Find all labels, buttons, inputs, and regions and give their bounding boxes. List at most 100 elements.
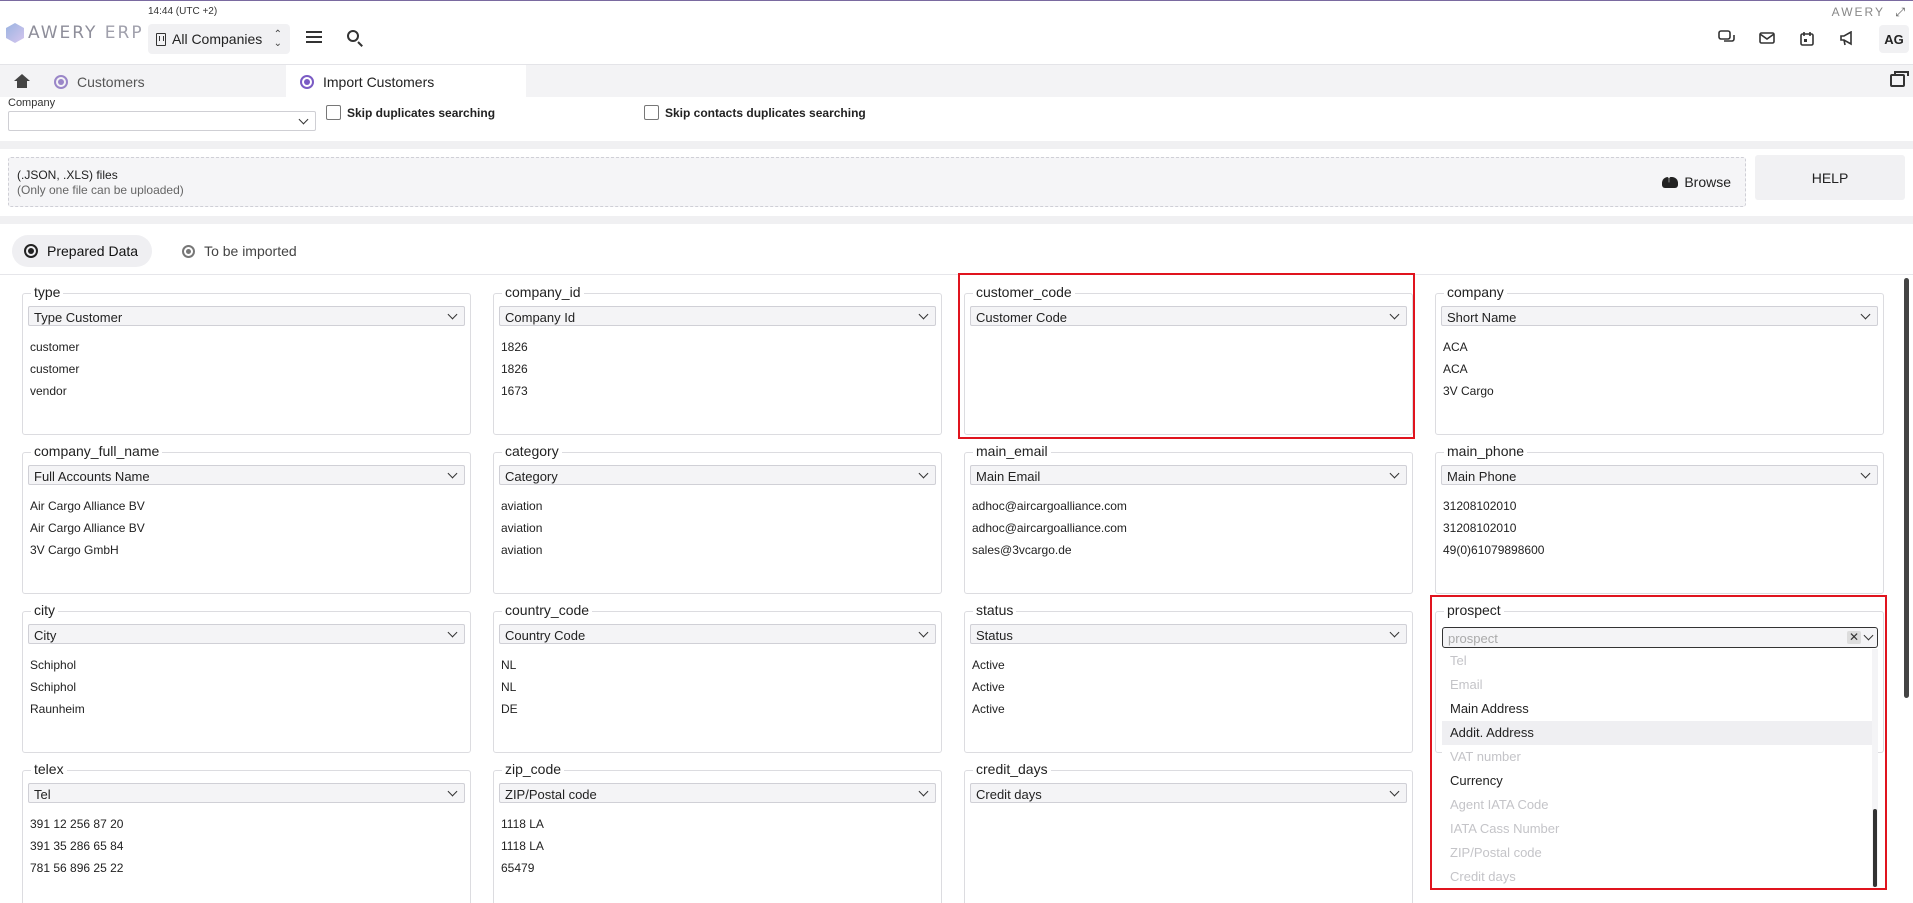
skip-duplicates-label: Skip duplicates searching xyxy=(347,105,496,120)
chat-icon[interactable] xyxy=(1716,28,1738,48)
tab-prepared-data[interactable]: Prepared Data xyxy=(12,235,153,267)
field-mapping-value: Customer Code xyxy=(976,310,1068,325)
skip-contacts-duplicates-option[interactable]: Skip contacts duplicates searching xyxy=(644,105,866,120)
dropdown-scrollbar-thumb[interactable] xyxy=(1873,809,1877,887)
company-switcher-label: All Companies xyxy=(172,31,263,47)
brand-text: AWERY xyxy=(1831,5,1885,19)
user-avatar[interactable]: AG xyxy=(1879,25,1909,53)
browse-button[interactable]: Browse xyxy=(1662,174,1731,190)
field-card-company-full-name: company_full_name Full Accounts Name Air C… xyxy=(22,443,471,594)
sample-value: 65479 xyxy=(501,861,535,875)
chevron-down-icon xyxy=(918,627,929,638)
field-mapping-select[interactable]: Full Accounts Name xyxy=(28,465,465,485)
chevron-down-icon xyxy=(918,468,929,479)
skip-duplicates-option[interactable]: Skip duplicates searching xyxy=(326,105,495,120)
fullscreen-icon[interactable]: ⤢ xyxy=(1895,5,1905,20)
field-mapping-select[interactable]: Tel xyxy=(28,783,465,803)
field-card-zip-code: zip_code ZIP/Postal code 1118 LA 1118 LA 654… xyxy=(493,761,942,903)
dropdown-option[interactable]: Addit. Address xyxy=(1442,721,1872,745)
field-mapping-value: City xyxy=(34,628,57,643)
app-logo[interactable]: AWERY ERP xyxy=(6,23,144,43)
field-mapping-select[interactable]: Type Customer xyxy=(28,306,465,326)
page-scrollbar[interactable] xyxy=(1904,278,1909,698)
field-sample-values: adhoc@aircargoalliance.com adhoc@aircargo… xyxy=(972,495,1127,561)
field-card-company: company Short Name ACA ACA 3V Cargo xyxy=(1435,284,1884,435)
sample-value: 1826 xyxy=(501,362,528,376)
sample-value: Raunheim xyxy=(30,702,85,716)
sample-value: Active xyxy=(972,658,1005,672)
sample-value: adhoc@aircargoalliance.com xyxy=(972,521,1127,535)
chevron-down-icon xyxy=(918,786,929,797)
field-sample-values: Air Cargo Alliance BV Air Cargo Alliance … xyxy=(30,495,145,561)
tab-to-be-imported[interactable]: To be imported xyxy=(170,235,311,267)
help-button[interactable]: HELP xyxy=(1755,155,1905,200)
field-mapping-select[interactable]: City xyxy=(28,624,465,644)
company-switcher[interactable]: All Companies ⌃ ⌄ xyxy=(148,24,290,54)
field-mapping-value: Country Code xyxy=(505,628,586,643)
clear-icon[interactable]: ✕ xyxy=(1847,631,1861,644)
field-mapping-select[interactable]: Company Id xyxy=(499,306,936,326)
dropdown-option: Email xyxy=(1450,677,1483,692)
field-mapping-select[interactable]: Country Code xyxy=(499,624,936,644)
module-icon xyxy=(54,74,68,89)
file-dropzone[interactable]: (.JSON, .XLS) files (Only one file can b… xyxy=(8,157,1746,207)
sample-value: 1118 LA xyxy=(501,839,544,853)
field-card-status: status Status Active Active Active xyxy=(964,602,1413,753)
sample-value: Schiphol xyxy=(30,680,77,694)
field-mapping-select[interactable]: Customer Code xyxy=(970,306,1407,326)
dropdown-option[interactable]: Main Address xyxy=(1442,697,1872,721)
sample-value: adhoc@aircargoalliance.com xyxy=(972,499,1127,513)
cloud-upload-icon xyxy=(1662,174,1679,188)
field-label: customer_code xyxy=(973,284,1075,300)
skip-contacts-duplicates-checkbox[interactable] xyxy=(644,105,659,120)
company-label: Company xyxy=(8,97,56,109)
mail-icon[interactable] xyxy=(1756,28,1778,48)
field-mapping-select[interactable]: Category xyxy=(499,465,936,485)
field-sample-values: 391 12 256 87 20 391 35 286 65 84 781 56 8… xyxy=(30,813,123,879)
field-sample-values: 31208102010 31208102010 49(0)61079898600 xyxy=(1443,495,1544,561)
dropzone-title: (.JSON, .XLS) files xyxy=(17,168,118,182)
prospect-mapping-input[interactable]: prospect ✕ xyxy=(1442,627,1878,648)
tab-import-customers-label: Import Customers xyxy=(323,73,435,90)
field-card-telex: telex Tel 391 12 256 87 20 391 35 286 65 84… xyxy=(22,761,471,903)
company-select[interactable] xyxy=(8,111,316,131)
field-mapping-select[interactable]: Main Phone xyxy=(1441,465,1878,485)
field-mapping-value: Main Phone xyxy=(1447,469,1517,484)
menu-icon[interactable] xyxy=(306,31,322,43)
sample-value: 391 35 286 65 84 xyxy=(30,839,124,853)
clock: 14:44 (UTC +2) xyxy=(148,6,218,17)
top-bar: AWERY ERP 14:44 (UTC +2) All Companies ⌃… xyxy=(0,1,1913,64)
field-mapping-value: Type Customer xyxy=(34,310,123,325)
field-mapping-value: Category xyxy=(505,469,558,484)
field-card-main-phone: main_phone Main Phone 31208102010 312081020… xyxy=(1435,443,1884,594)
calendar-icon[interactable] xyxy=(1796,28,1818,48)
sample-value: Active xyxy=(972,702,1005,716)
chevron-down-icon[interactable] xyxy=(1863,630,1874,641)
search-icon[interactable] xyxy=(347,30,359,42)
megaphone-icon[interactable] xyxy=(1836,28,1858,48)
tab-import-customers[interactable]: Import Customers xyxy=(286,65,526,98)
field-mapping-select[interactable]: Short Name xyxy=(1441,306,1878,326)
tab-customers[interactable]: Customers xyxy=(40,65,286,98)
sample-value: customer xyxy=(30,362,80,376)
field-mapping-select[interactable]: ZIP/Postal code xyxy=(499,783,936,803)
chevron-down-icon xyxy=(447,468,458,479)
field-mapping-select[interactable]: Credit days xyxy=(970,783,1407,803)
skip-duplicates-checkbox[interactable] xyxy=(326,105,341,120)
field-sample-values: customer customer vendor xyxy=(30,336,79,402)
tab-customers-label: Customers xyxy=(77,73,145,90)
field-label: category xyxy=(502,443,562,459)
sample-value: 391 12 256 87 20 xyxy=(30,817,124,831)
dropdown-option[interactable]: Currency xyxy=(1442,769,1872,793)
field-mapping-select[interactable]: Status xyxy=(970,624,1407,644)
windows-icon[interactable] xyxy=(1890,71,1909,87)
field-mapping-value: Full Accounts Name xyxy=(34,469,150,484)
chevron-down-icon xyxy=(1389,627,1400,638)
sample-value: Schiphol xyxy=(30,658,77,672)
radio-dot-icon xyxy=(182,244,196,258)
home-icon[interactable] xyxy=(14,74,30,88)
field-mapping-select[interactable]: Main Email xyxy=(970,465,1407,485)
sample-value: NL xyxy=(501,680,517,694)
building-icon xyxy=(156,32,166,46)
field-mapping-value: Credit days xyxy=(976,787,1042,802)
